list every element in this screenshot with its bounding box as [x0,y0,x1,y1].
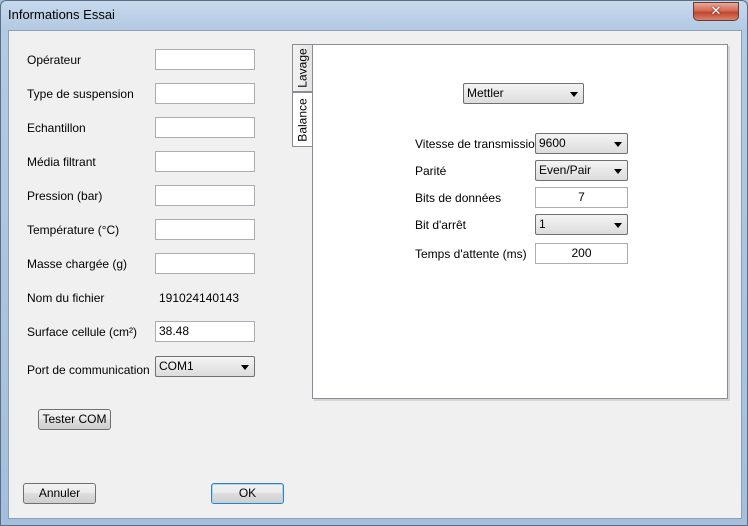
surface-label: Surface cellule (cm²) [27,325,138,339]
attente-label: Temps d'attente (ms) [415,247,527,261]
echantillon-input[interactable] [155,117,255,138]
dialog-window: Informations Essai ✕ Opérateur Type de s… [0,0,748,526]
masse-label: Masse chargée (g) [27,257,128,271]
chevron-down-icon [614,223,622,228]
fichier-label: Nom du fichier [27,291,105,305]
port-label: Port de communication [27,363,150,377]
tab-balance-label: Balance [296,97,310,142]
operateur-input[interactable] [155,49,255,70]
temperature-input[interactable] [155,219,255,240]
arret-select[interactable]: 1 [535,214,628,235]
balance-tab-panel: Mettler Vitesse de transmission 9600 Par… [312,44,728,399]
vitesse-select-value: 9600 [539,136,566,150]
media-label: Média filtrant [27,155,96,169]
window-title: Informations Essai [8,7,115,22]
port-select-value: COM1 [159,359,194,373]
chevron-down-icon [614,142,622,147]
arret-select-value: 1 [539,217,546,231]
chevron-down-icon [614,169,622,174]
operateur-label: Opérateur [27,53,82,67]
annuler-button[interactable]: Annuler [23,483,96,504]
close-button[interactable]: ✕ [693,2,739,21]
port-select[interactable]: COM1 [155,356,255,377]
tab-balance[interactable]: Balance [292,92,313,147]
vitesse-label: Vitesse de transmission [415,137,542,151]
parite-select[interactable]: Even/Pair [535,160,628,181]
pression-input[interactable] [155,185,255,206]
tab-lavage[interactable]: Lavage [292,44,313,92]
chevron-down-icon [570,92,578,97]
media-input[interactable] [155,151,255,172]
masse-input[interactable] [155,253,255,274]
temperature-label: Température (°C) [27,223,120,237]
suspension-input[interactable] [155,83,255,104]
balance-model-select[interactable]: Mettler [463,83,584,104]
fichier-value: 191024140143 [159,291,240,305]
pression-label: Pression (bar) [27,189,103,203]
arret-label: Bit d'arrêt [415,218,466,232]
surface-input[interactable]: 38.48 [155,321,255,342]
echantillon-label: Echantillon [27,121,86,135]
parite-label: Parité [415,164,447,178]
close-icon: ✕ [710,4,722,19]
chevron-down-icon [241,365,249,370]
tester-com-button[interactable]: Tester COM [38,409,111,430]
vitesse-select[interactable]: 9600 [535,133,628,154]
bits-input[interactable]: 7 [535,187,628,208]
dialog-client-area: Opérateur Type de suspension Echantillon… [8,30,742,519]
suspension-label: Type de suspension [27,87,134,101]
attente-input[interactable]: 200 [535,243,628,264]
parite-select-value: Even/Pair [539,163,592,177]
bits-label: Bits de données [415,191,502,205]
tab-lavage-label: Lavage [296,48,310,88]
ok-button[interactable]: OK [211,483,284,504]
balance-model-value: Mettler [467,86,504,100]
